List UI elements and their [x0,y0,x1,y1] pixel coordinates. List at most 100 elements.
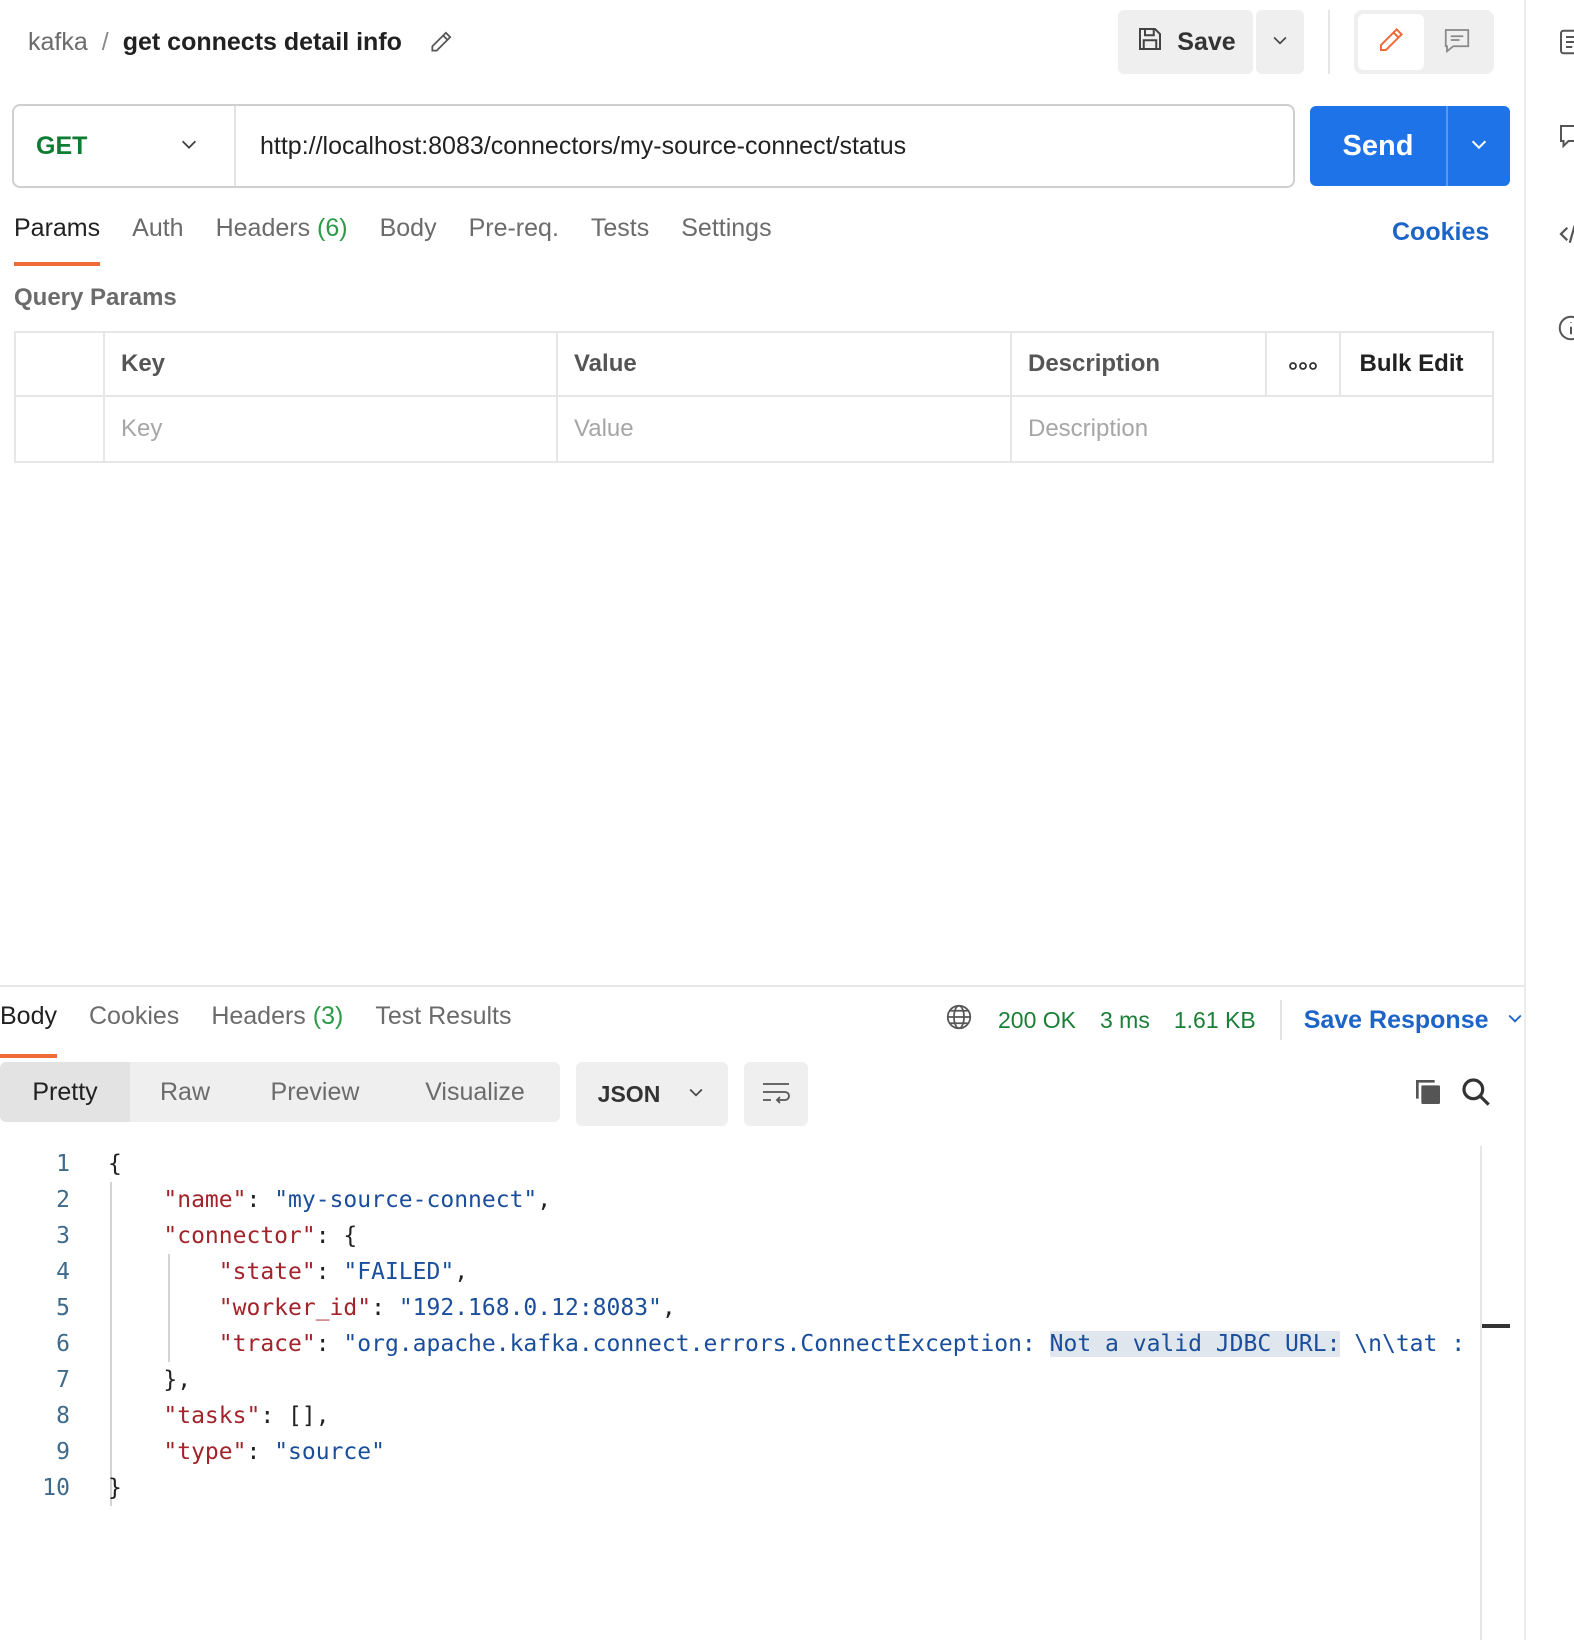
view-visualize[interactable]: Visualize [390,1062,560,1122]
tab-settings[interactable]: Settings [681,214,771,264]
save-response-label: Save Response [1303,1005,1489,1034]
response-size[interactable]: 1.61 KB [1174,1007,1256,1034]
chevron-down-icon [1270,30,1290,55]
chevron-down-icon [686,1081,706,1108]
tab-params[interactable]: Params [14,214,101,266]
value-input[interactable]: Value [558,397,1012,461]
wrap-lines-icon [760,1078,792,1111]
code-text: } [108,1475,122,1501]
code-line: 2 "name": "my-source-connect", [0,1182,1510,1218]
breadcrumb-collection[interactable]: kafka [28,28,88,57]
response-time[interactable]: 3 ms [1100,1007,1150,1034]
url-input[interactable]: http://localhost:8083/connectors/my-sour… [260,132,906,161]
headers-count: (6) [317,214,348,242]
response-tab-headers[interactable]: Headers (3) [211,1002,343,1052]
table-header-row: Key Value Description Bulk Edit [16,333,1492,397]
comments-icon[interactable] [1556,120,1574,152]
scroll-marker [1482,1324,1510,1328]
more-options-button[interactable] [1267,333,1341,395]
response-tab-test-results[interactable]: Test Results [375,1002,511,1052]
tab-auth[interactable]: Auth [132,214,183,264]
description-column-header: Description [1012,333,1267,395]
code-line: 5 "worker_id": "192.168.0.12:8083", [0,1290,1510,1326]
tab-headers[interactable]: Headers (6) [216,214,348,264]
pencil-icon[interactable] [428,29,454,55]
code-text: "trace": "org.apache.kafka.connect.error… [218,1331,1466,1357]
view-mode-selector: Pretty Raw Preview Visualize [0,1062,560,1122]
comment-icon [1442,25,1472,60]
code-scrollbar[interactable] [1480,1146,1510,1640]
description-input[interactable]: Description [1012,397,1482,461]
query-params-table: Key Value Description Bulk Edit Key Valu… [14,331,1494,463]
send-options-button[interactable] [1446,106,1510,186]
right-sidebar [1524,0,1574,1640]
view-pretty[interactable]: Pretty [0,1062,130,1122]
line-number: 7 [56,1367,70,1393]
request-title[interactable]: get connects detail info [123,28,402,57]
key-column-header: Key [105,333,558,395]
search-icon[interactable] [1460,1076,1492,1108]
documentation-icon[interactable] [1556,26,1574,58]
send-button[interactable]: Send [1310,106,1446,186]
code-line: 4 "state": "FAILED", [0,1254,1510,1290]
save-response-button[interactable]: Save Response [1304,1006,1525,1035]
request-url-bar: GET http://localhost:8083/connectors/my-… [12,104,1295,188]
code-line: 6 "trace": "org.apache.kafka.connect.err… [0,1326,1510,1362]
code-line: 9 "type": "source" [0,1434,1510,1470]
code-text: "worker_id": "192.168.0.12:8083", [218,1295,676,1321]
info-icon[interactable] [1556,312,1574,344]
status-code[interactable]: 200 OK [998,1007,1076,1034]
save-options-button[interactable] [1256,10,1304,74]
pencil-icon [1376,25,1406,60]
line-number: 4 [56,1259,70,1285]
chevron-down-icon [178,133,200,160]
breadcrumb: kafka / get connects detail info [28,22,454,62]
save-button[interactable]: Save [1118,10,1253,74]
line-number: 8 [56,1403,70,1429]
save-label: Save [1177,27,1236,56]
code-line: 7 }, [0,1362,1510,1398]
comments-mode-button[interactable] [1424,14,1490,70]
view-preview[interactable]: Preview [240,1062,390,1122]
response-meta: 200 OK 3 ms 1.61 KB Save Response [944,1000,1525,1040]
bulk-edit-button[interactable]: Bulk Edit [1341,333,1482,395]
line-number: 10 [42,1475,70,1501]
row-checkbox-cell [16,397,105,461]
tab-tests[interactable]: Tests [591,214,649,264]
code-line: 1{ [0,1146,1510,1182]
response-tab-cookies[interactable]: Cookies [89,1002,179,1052]
code-text: { [108,1151,122,1177]
edit-mode-button[interactable] [1358,14,1424,70]
method-label: GET [36,131,88,160]
code-text: "connector": { [163,1223,358,1249]
response-tab-body[interactable]: Body [0,1002,57,1058]
line-number: 1 [56,1151,70,1177]
line-number: 6 [56,1331,70,1357]
code-line: 10} [0,1470,1510,1506]
line-number: 3 [56,1223,70,1249]
response-headers-count: (3) [312,1002,344,1030]
save-icon [1135,24,1165,61]
cookies-link[interactable]: Cookies [1392,218,1489,247]
copy-icon[interactable] [1412,1076,1444,1108]
wrap-lines-button[interactable] [744,1062,808,1126]
line-number: 9 [56,1439,70,1465]
tab-pre-request[interactable]: Pre-req. [469,214,559,264]
code-icon[interactable] [1556,218,1574,250]
key-input[interactable]: Key [105,397,558,461]
response-divider[interactable] [0,985,1524,987]
meta-divider [1279,1000,1282,1040]
globe-icon[interactable] [944,1002,974,1038]
code-text: "tasks": [], [163,1403,330,1429]
breadcrumb-separator: / [101,27,109,56]
format-select[interactable]: JSON [576,1062,728,1126]
query-params-title: Query Params [14,284,177,311]
view-raw[interactable]: Raw [130,1062,240,1122]
method-select[interactable]: GET [14,106,236,186]
code-line: 8 "tasks": [], [0,1398,1510,1434]
tab-body[interactable]: Body [380,214,437,264]
more-icon [1288,350,1318,378]
line-number: 5 [56,1295,70,1321]
header-divider [1328,10,1330,74]
response-body-code[interactable]: 1{2 "name": "my-source-connect", 3 "conne… [0,1146,1510,1546]
